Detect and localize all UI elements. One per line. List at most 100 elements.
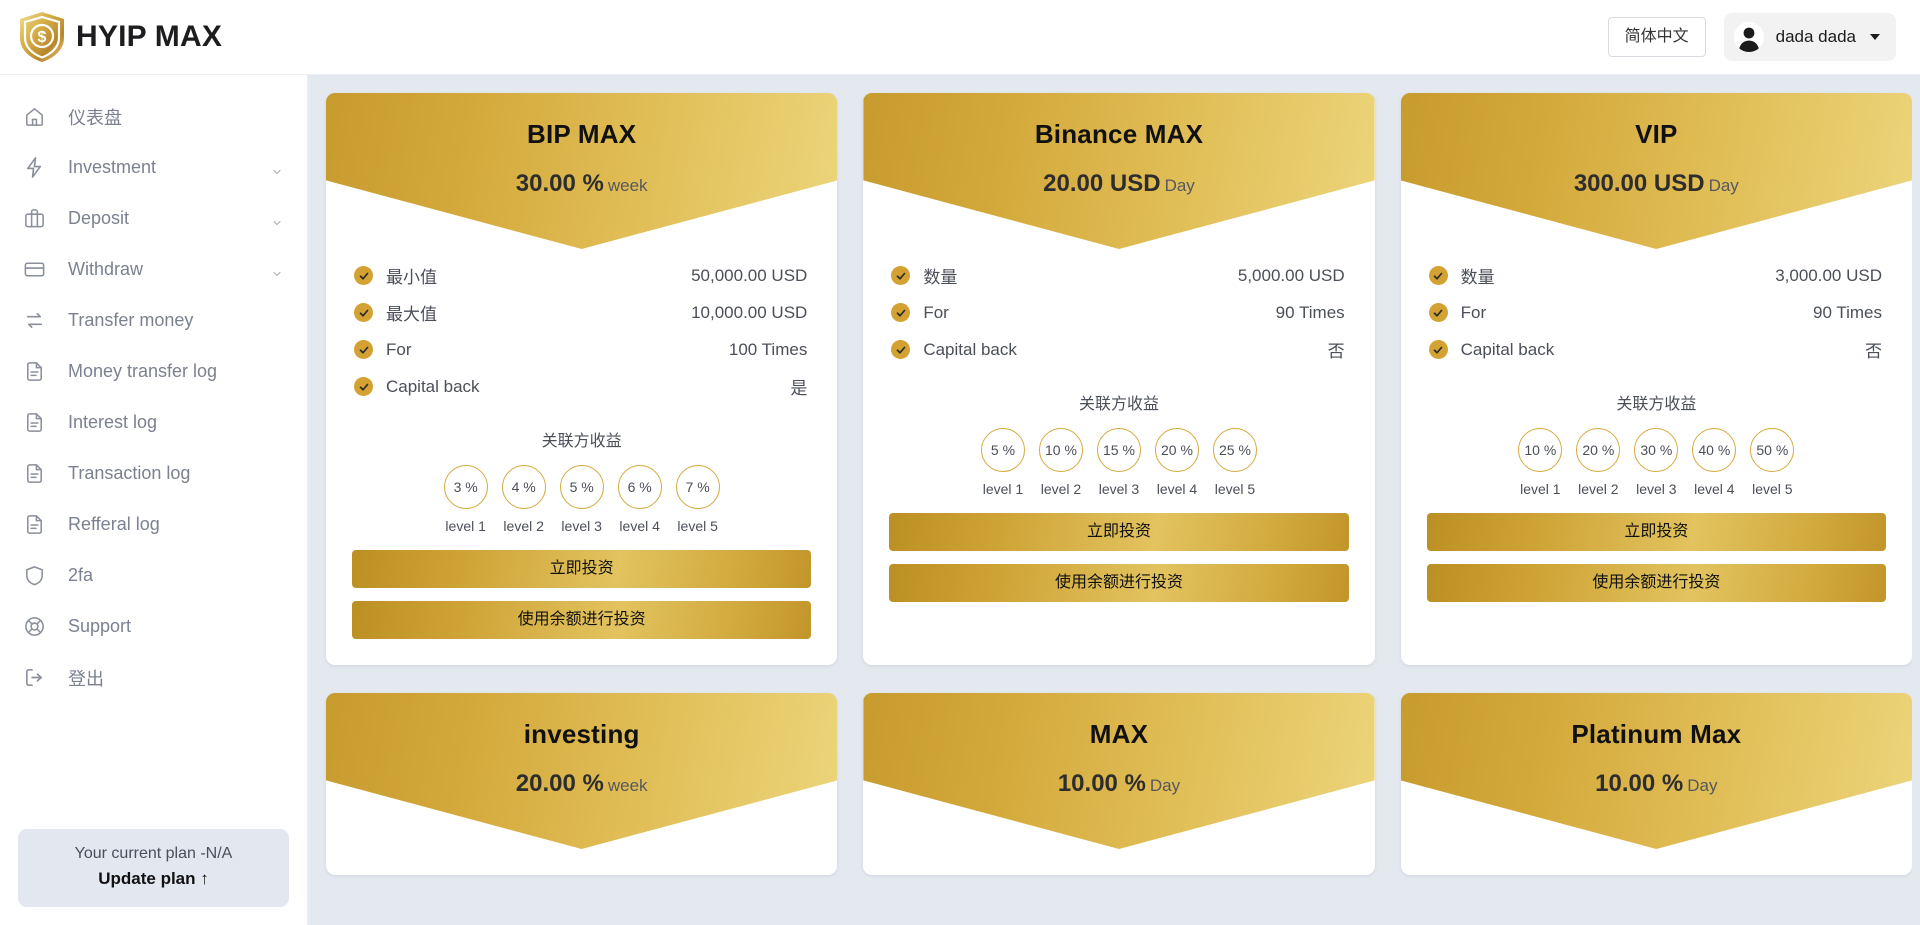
sidebar-item-登出[interactable]: 登出 [0, 652, 307, 703]
plan-feature-row: For90 Times [1429, 294, 1882, 331]
plan-feature-row: 数量3,000.00 USD [1429, 257, 1882, 294]
referral-level-label: level 2 [502, 518, 546, 534]
plan-title: MAX [863, 693, 1374, 750]
plan-rate-unit: Day [1687, 776, 1717, 795]
referral-level-label: level 5 [1213, 481, 1257, 497]
plan-feature-value: 90 Times [1813, 303, 1882, 323]
chevron-down-icon [271, 213, 283, 225]
sidebar-item-label: Money transfer log [68, 361, 283, 382]
referral-level-percent: 25 % [1213, 428, 1257, 472]
check-icon [1429, 266, 1448, 285]
current-plan-box: Your current plan -N/A Update plan ↑ [18, 829, 289, 907]
bolt-icon [22, 156, 46, 180]
plan-feature-name: 数量 [923, 263, 957, 288]
sidebar-item-investment[interactable]: Investment [0, 142, 307, 193]
referral-level: 20 %level 4 [1155, 428, 1199, 497]
sidebar: 仪表盘 Investment Deposit WithdrawTransfer mon… [0, 75, 308, 925]
check-icon [1429, 303, 1448, 322]
plan-feature-row: 最小值50,000.00 USD [354, 257, 807, 294]
referral-level: 10 %level 2 [1039, 428, 1083, 497]
plan-cards-grid: BIP MAX30.00 %week最小值50,000.00 USD最大值10,… [326, 93, 1912, 875]
plan-card-banner: VIP300.00 USDDay [1401, 93, 1912, 249]
plan-card-banner: Platinum Max10.00 %Day [1401, 693, 1912, 849]
sidebar-item-transaction-log[interactable]: Transaction log [0, 448, 307, 499]
sidebar-item-label: Deposit [68, 208, 249, 229]
sidebar-item-interest-log[interactable]: Interest log [0, 397, 307, 448]
plan-feature-row: 数量5,000.00 USD [891, 257, 1344, 294]
invest-now-button[interactable]: 立即投资 [352, 550, 811, 588]
referral-level-label: level 4 [1155, 481, 1199, 497]
brand-name: HYIP MAX [76, 20, 222, 54]
referral-level: 3 %level 1 [444, 465, 488, 534]
top-bar-right: 简体中文 dada dada [1608, 13, 1896, 61]
referral-level-label: level 3 [560, 518, 604, 534]
plan-card: BIP MAX30.00 %week最小值50,000.00 USD最大值10,… [326, 93, 837, 665]
document-icon [22, 411, 46, 435]
plan-card: Binance MAX20.00 USDDay数量5,000.00 USDFor… [863, 93, 1374, 665]
check-icon [354, 266, 373, 285]
referral-level-label: level 4 [1692, 481, 1736, 497]
plan-title: Binance MAX [863, 93, 1374, 150]
plan-feature-value: 90 Times [1276, 303, 1345, 323]
referral-level-label: level 3 [1097, 481, 1141, 497]
referral-heading: 关联方收益 [326, 427, 837, 451]
brand[interactable]: $ HYIP MAX [18, 11, 222, 63]
main-content: BIP MAX30.00 %week最小值50,000.00 USD最大值10,… [308, 75, 1920, 925]
sidebar-item-support[interactable]: Support [0, 601, 307, 652]
referral-level-label: level 5 [676, 518, 720, 534]
plan-feature-name: Capital back [1461, 340, 1555, 360]
referral-level-label: level 4 [618, 518, 662, 534]
invest-now-button[interactable]: 立即投资 [889, 513, 1348, 551]
card-icon [22, 258, 46, 282]
referral-level-label: level 2 [1576, 481, 1620, 497]
referral-level-label: level 5 [1750, 481, 1794, 497]
user-name: dada dada [1776, 27, 1856, 47]
referral-level-label: level 1 [1518, 481, 1562, 497]
invest-with-balance-button[interactable]: 使用余额进行投资 [352, 601, 811, 639]
chevron-down-icon [271, 162, 283, 174]
plan-card: Platinum Max10.00 %Day [1401, 693, 1912, 875]
sidebar-item-money-transfer-log[interactable]: Money transfer log [0, 346, 307, 397]
check-icon [354, 340, 373, 359]
sidebar-item-withdraw[interactable]: Withdraw [0, 244, 307, 295]
sidebar-item-2fa[interactable]: 2fa [0, 550, 307, 601]
invest-now-button[interactable]: 立即投资 [1427, 513, 1886, 551]
document-icon [22, 360, 46, 384]
plan-card-banner: investing20.00 %week [326, 693, 837, 849]
shield-dollar-logo: $ [18, 11, 66, 63]
sidebar-item-deposit[interactable]: Deposit [0, 193, 307, 244]
sidebar-item-label: 仪表盘 [68, 104, 283, 130]
app-root: $ HYIP MAX 简体中文 dada dada [0, 0, 1920, 925]
invest-with-balance-button[interactable]: 使用余额进行投资 [1427, 564, 1886, 602]
plan-feature-value: 否 [1865, 337, 1882, 362]
language-select[interactable]: 简体中文 [1608, 17, 1706, 56]
sidebar-item-仪表盘[interactable]: 仪表盘 [0, 91, 307, 142]
plan-rate: 10.00 %Day [863, 770, 1374, 798]
plan-card: MAX 10.00 %Day [863, 693, 1374, 875]
sidebar-item-refferal-log[interactable]: Refferal log [0, 499, 307, 550]
sidebar-item-label: Refferal log [68, 514, 283, 535]
transfer-icon [22, 309, 46, 333]
referral-level-percent: 15 % [1097, 428, 1141, 472]
user-avatar-icon [1734, 22, 1764, 52]
plan-title: BIP MAX [326, 93, 837, 150]
referral-level: 40 %level 4 [1692, 428, 1736, 497]
sidebar-item-label: Support [68, 616, 283, 637]
page-scrollbar[interactable] [1912, 75, 1920, 925]
document-icon [22, 513, 46, 537]
plan-title: Platinum Max [1401, 693, 1912, 750]
check-icon [354, 377, 373, 396]
user-menu[interactable]: dada dada [1724, 13, 1896, 61]
sidebar-item-transfer-money[interactable]: Transfer money [0, 295, 307, 346]
sidebar-nav-list: 仪表盘 Investment Deposit WithdrawTransfer mon… [0, 91, 307, 703]
referral-level-percent: 3 % [444, 465, 488, 509]
plan-rate-unit: week [608, 176, 648, 195]
plan-title: VIP [1401, 93, 1912, 150]
referral-level-percent: 20 % [1576, 428, 1620, 472]
shield-icon [22, 564, 46, 588]
plan-feature-list: 数量3,000.00 USDFor90 Times Capital back 否 [1401, 249, 1912, 368]
update-plan-link[interactable]: Update plan ↑ [98, 869, 209, 888]
referral-level-percent: 6 % [618, 465, 662, 509]
referral-heading: 关联方收益 [863, 390, 1374, 414]
invest-with-balance-button[interactable]: 使用余额进行投资 [889, 564, 1348, 602]
